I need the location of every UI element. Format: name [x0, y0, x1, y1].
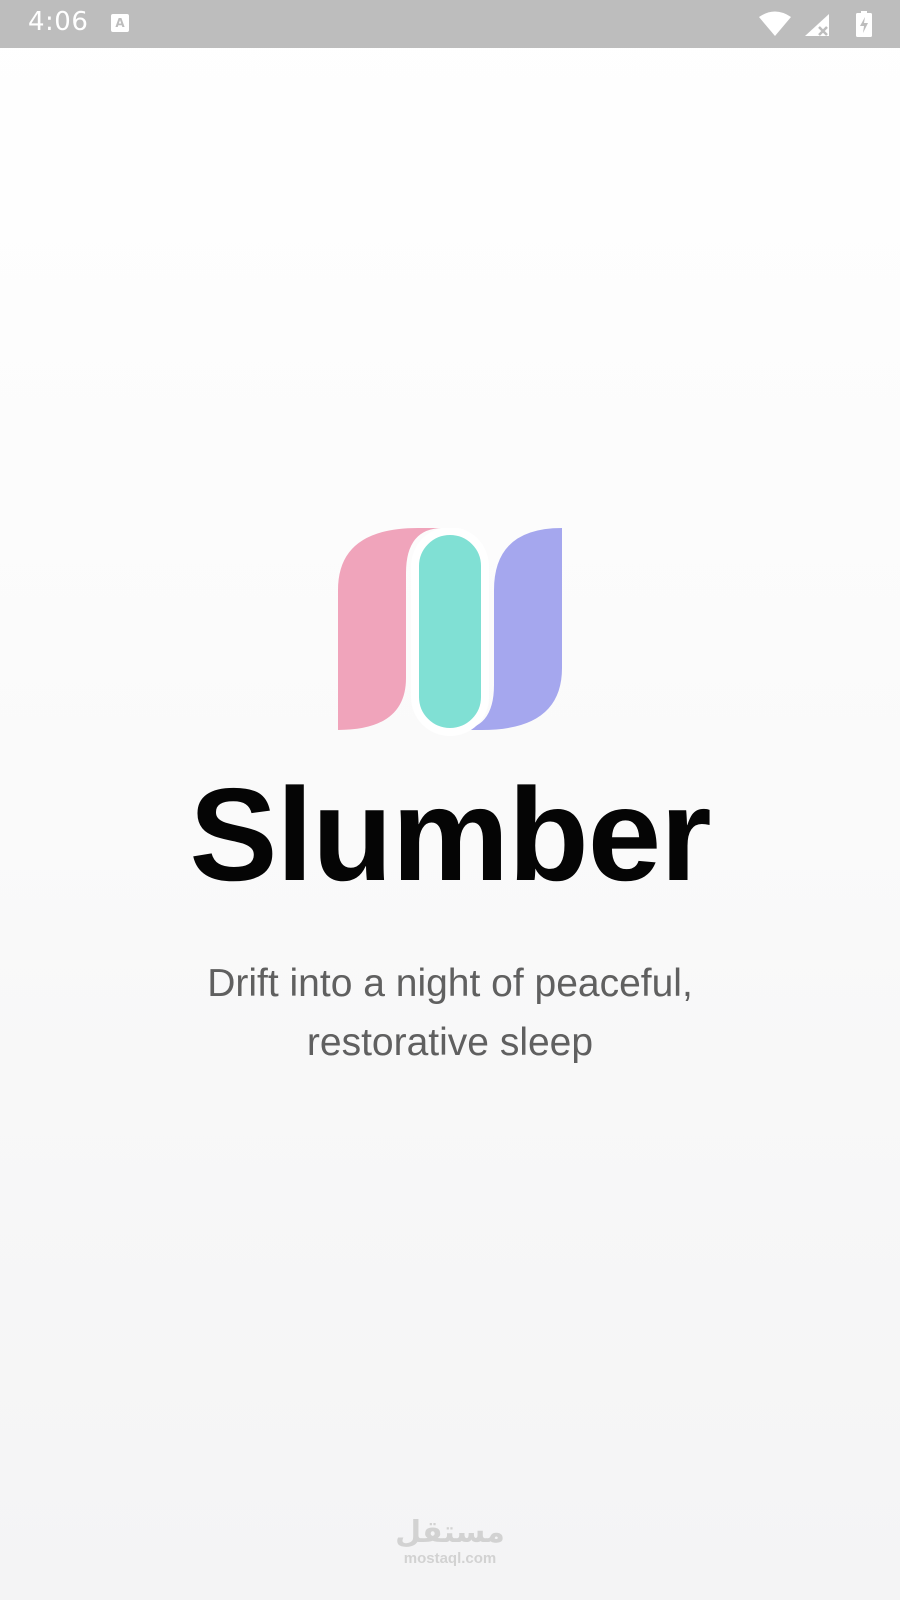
tagline-line-2: restorative sleep	[306, 1021, 594, 1064]
watermark-arabic: مستقل	[395, 1515, 505, 1550]
tagline: Drift into a night of peaceful, restorat…	[150, 954, 750, 1072]
svg-text:A: A	[115, 16, 125, 30]
signal-icon	[805, 14, 829, 36]
slumber-logo	[338, 528, 562, 736]
battery-icon	[856, 11, 872, 37]
status-time: 4:06	[28, 7, 89, 37]
status-bar: 4:06 A	[0, 0, 900, 48]
watermark-domain: mostaql.com	[403, 1550, 497, 1567]
notification-a-icon: A	[111, 14, 129, 32]
app-title: Slumber	[189, 761, 711, 908]
tagline-line-1: Drift into a night of peaceful,	[207, 962, 693, 1005]
watermark: مستقل mostaql.com	[0, 1516, 900, 1568]
logo-teal-shape	[411, 528, 489, 736]
wifi-icon	[759, 11, 791, 36]
